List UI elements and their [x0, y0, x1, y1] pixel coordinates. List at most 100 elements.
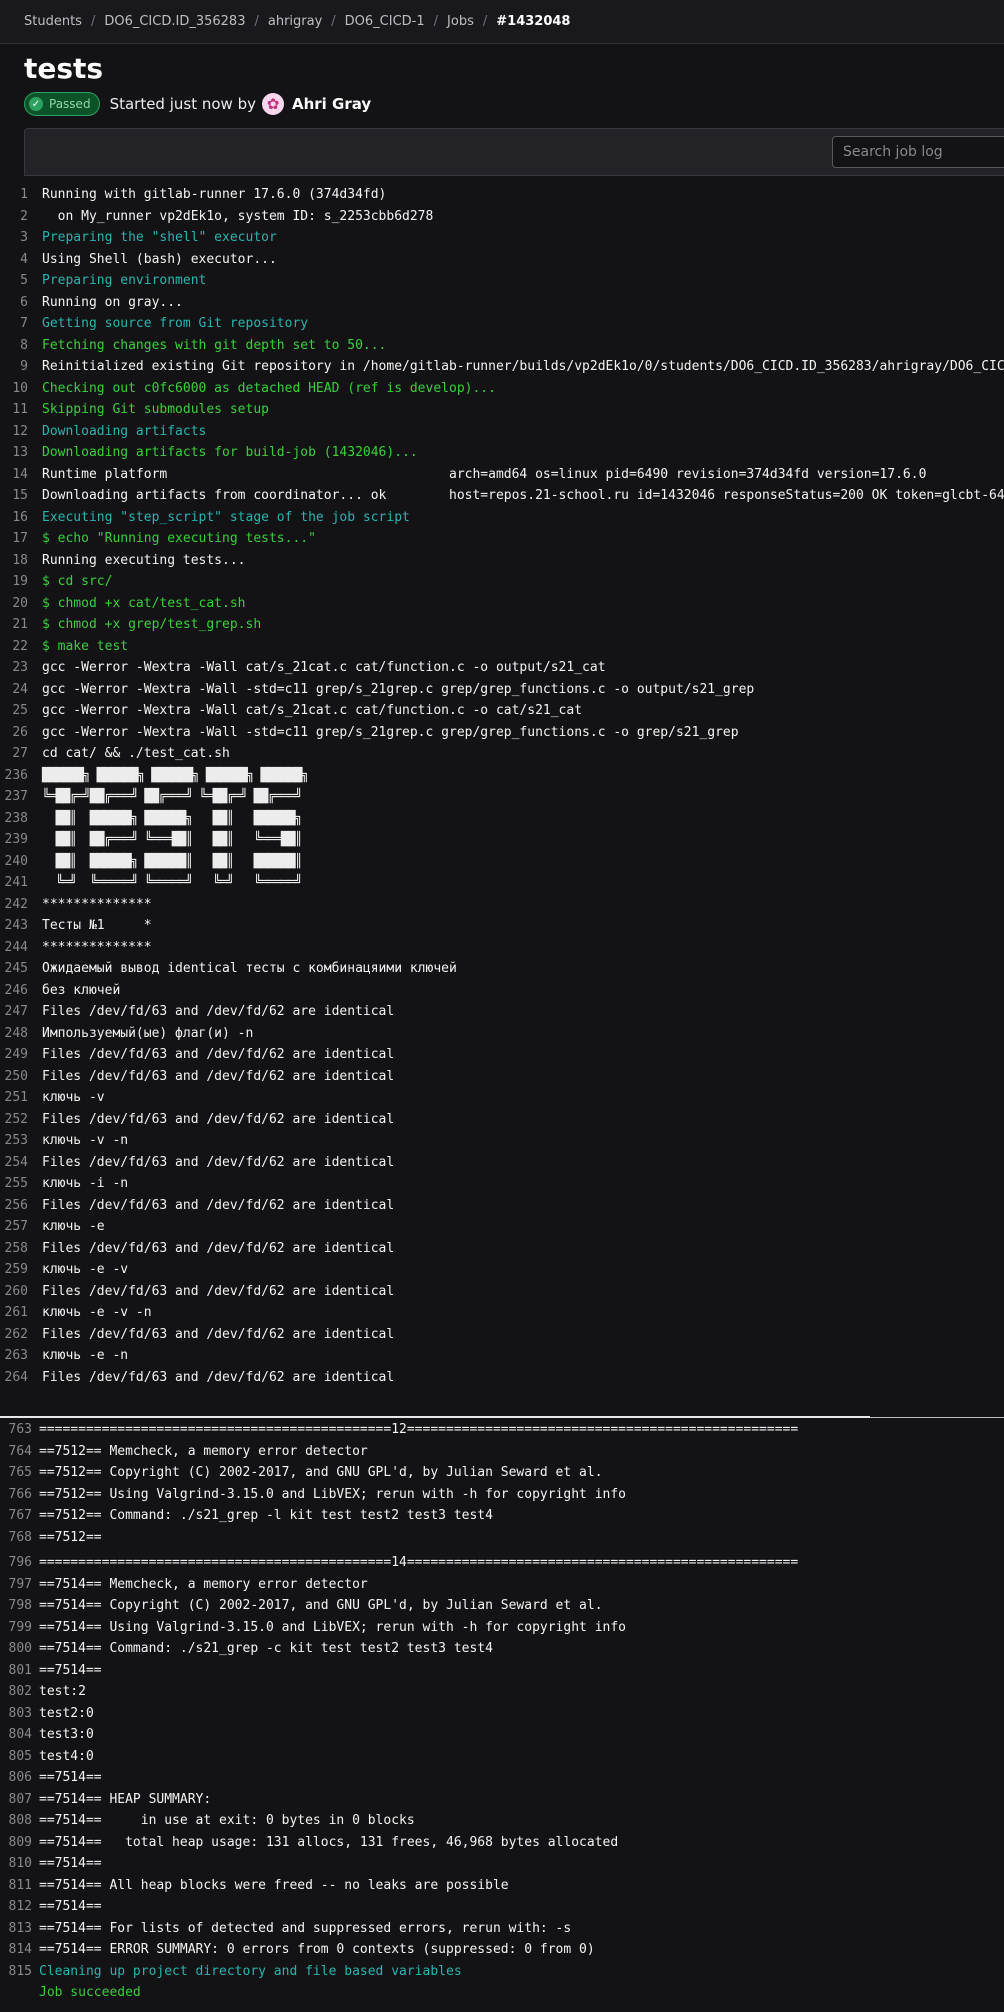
line-number[interactable]: 800: [0, 1638, 32, 1660]
line-number[interactable]: 246: [0, 980, 28, 1002]
line-number[interactable]: 809: [0, 1832, 32, 1854]
line-number[interactable]: 806: [0, 1767, 32, 1789]
line-number[interactable]: 26: [0, 722, 28, 744]
line-number[interactable]: 11: [0, 399, 28, 421]
line-number[interactable]: 766: [0, 1484, 32, 1506]
line-number[interactable]: 256: [0, 1195, 28, 1217]
line-number[interactable]: 245: [0, 958, 28, 980]
line-number[interactable]: 813: [0, 1918, 32, 1940]
line-number[interactable]: 763: [0, 1419, 32, 1441]
line-number[interactable]: 264: [0, 1367, 28, 1389]
line-number[interactable]: 804: [0, 1724, 32, 1746]
line-number[interactable]: 260: [0, 1281, 28, 1303]
author-link[interactable]: Ahri Gray: [292, 95, 371, 113]
line-number[interactable]: 21: [0, 614, 28, 636]
line-number[interactable]: 250: [0, 1066, 28, 1088]
line-number[interactable]: 238: [0, 808, 28, 830]
line-number[interactable]: 254: [0, 1152, 28, 1174]
line-number[interactable]: 14: [0, 464, 28, 486]
line-number[interactable]: 16: [0, 507, 28, 529]
line-number[interactable]: 802: [0, 1681, 32, 1703]
line-number[interactable]: 5: [0, 270, 28, 292]
log-line-text: $ chmod +x cat/test_cat.sh: [42, 595, 246, 611]
line-number[interactable]: 810: [0, 1853, 32, 1875]
line-number[interactable]: 255: [0, 1173, 28, 1195]
line-number[interactable]: 249: [0, 1044, 28, 1066]
line-number[interactable]: 2: [0, 206, 28, 228]
breadcrumb-project[interactable]: DO6_CICD-1: [345, 14, 425, 29]
line-number[interactable]: 259: [0, 1259, 28, 1281]
line-number[interactable]: 808: [0, 1810, 32, 1832]
line-number[interactable]: 237: [0, 786, 28, 808]
log-line: 20 $ chmod +x cat/test_cat.sh: [0, 593, 1004, 615]
line-number[interactable]: 815: [0, 1961, 32, 1983]
breadcrumb-job-id[interactable]: #1432048: [496, 14, 570, 29]
line-number[interactable]: 247: [0, 1001, 28, 1023]
line-number[interactable]: 10: [0, 378, 28, 400]
search-job-log-input[interactable]: [832, 136, 1004, 168]
line-number[interactable]: 4: [0, 249, 28, 271]
line-number[interactable]: 17: [0, 528, 28, 550]
line-number[interactable]: 767: [0, 1505, 32, 1527]
line-number[interactable]: 253: [0, 1130, 28, 1152]
line-number[interactable]: 8: [0, 335, 28, 357]
line-number[interactable]: 3: [0, 227, 28, 249]
line-number[interactable]: 18: [0, 550, 28, 572]
log-line-text: ========================================…: [39, 1555, 799, 1570]
line-number[interactable]: 258: [0, 1238, 28, 1260]
breadcrumb-students[interactable]: Students: [24, 14, 82, 29]
breadcrumb-jobs[interactable]: Jobs: [447, 14, 474, 29]
line-number[interactable]: 20: [0, 593, 28, 615]
line-number[interactable]: 765: [0, 1462, 32, 1484]
line-number[interactable]: 262: [0, 1324, 28, 1346]
log-line-text: ключь -e -n: [42, 1348, 129, 1363]
log-line-text: test2:0: [39, 1705, 94, 1721]
line-number[interactable]: 798: [0, 1595, 32, 1617]
line-number[interactable]: 796: [0, 1552, 32, 1574]
line-number[interactable]: 261: [0, 1302, 28, 1324]
breadcrumb-separator: /: [254, 14, 259, 29]
line-number[interactable]: 811: [0, 1875, 32, 1897]
line-number[interactable]: 797: [0, 1574, 32, 1596]
line-number[interactable]: 236: [0, 765, 28, 787]
line-number[interactable]: 241: [0, 872, 28, 894]
breadcrumb-user[interactable]: ahrigray: [268, 14, 322, 29]
line-number[interactable]: 244: [0, 937, 28, 959]
line-number[interactable]: 24: [0, 679, 28, 701]
line-number[interactable]: 816: [0, 1982, 32, 2004]
log-line: 765 ==7512== Copyright (C) 2002-2017, and…: [0, 1462, 1004, 1484]
line-number[interactable]: 807: [0, 1789, 32, 1811]
log-line: 17 $ echo "Running executing tests...": [0, 528, 1004, 550]
line-number[interactable]: 257: [0, 1216, 28, 1238]
line-number[interactable]: 9: [0, 356, 28, 378]
line-number[interactable]: 12: [0, 421, 28, 443]
line-number[interactable]: 240: [0, 851, 28, 873]
line-number[interactable]: 248: [0, 1023, 28, 1045]
line-number[interactable]: 1: [0, 184, 28, 206]
line-number[interactable]: 19: [0, 571, 28, 593]
line-number[interactable]: 243: [0, 915, 28, 937]
line-number[interactable]: 801: [0, 1660, 32, 1682]
line-number[interactable]: 803: [0, 1703, 32, 1725]
line-number[interactable]: 27: [0, 743, 28, 765]
line-number[interactable]: 799: [0, 1617, 32, 1639]
line-number[interactable]: 23: [0, 657, 28, 679]
line-number[interactable]: 764: [0, 1441, 32, 1463]
line-number[interactable]: 13: [0, 442, 28, 464]
line-number[interactable]: 242: [0, 894, 28, 916]
line-number[interactable]: 263: [0, 1345, 28, 1367]
line-number[interactable]: 812: [0, 1896, 32, 1918]
line-number[interactable]: 15: [0, 485, 28, 507]
avatar[interactable]: ✿: [261, 93, 284, 115]
line-number[interactable]: 814: [0, 1939, 32, 1961]
line-number[interactable]: 7: [0, 313, 28, 335]
line-number[interactable]: 805: [0, 1746, 32, 1768]
breadcrumb-group[interactable]: DO6_CICD.ID_356283: [104, 14, 245, 29]
line-number[interactable]: 252: [0, 1109, 28, 1131]
line-number[interactable]: 25: [0, 700, 28, 722]
line-number[interactable]: 251: [0, 1087, 28, 1109]
line-number[interactable]: 239: [0, 829, 28, 851]
line-number[interactable]: 22: [0, 636, 28, 658]
line-number[interactable]: 6: [0, 292, 28, 314]
line-number[interactable]: 768: [0, 1527, 32, 1549]
